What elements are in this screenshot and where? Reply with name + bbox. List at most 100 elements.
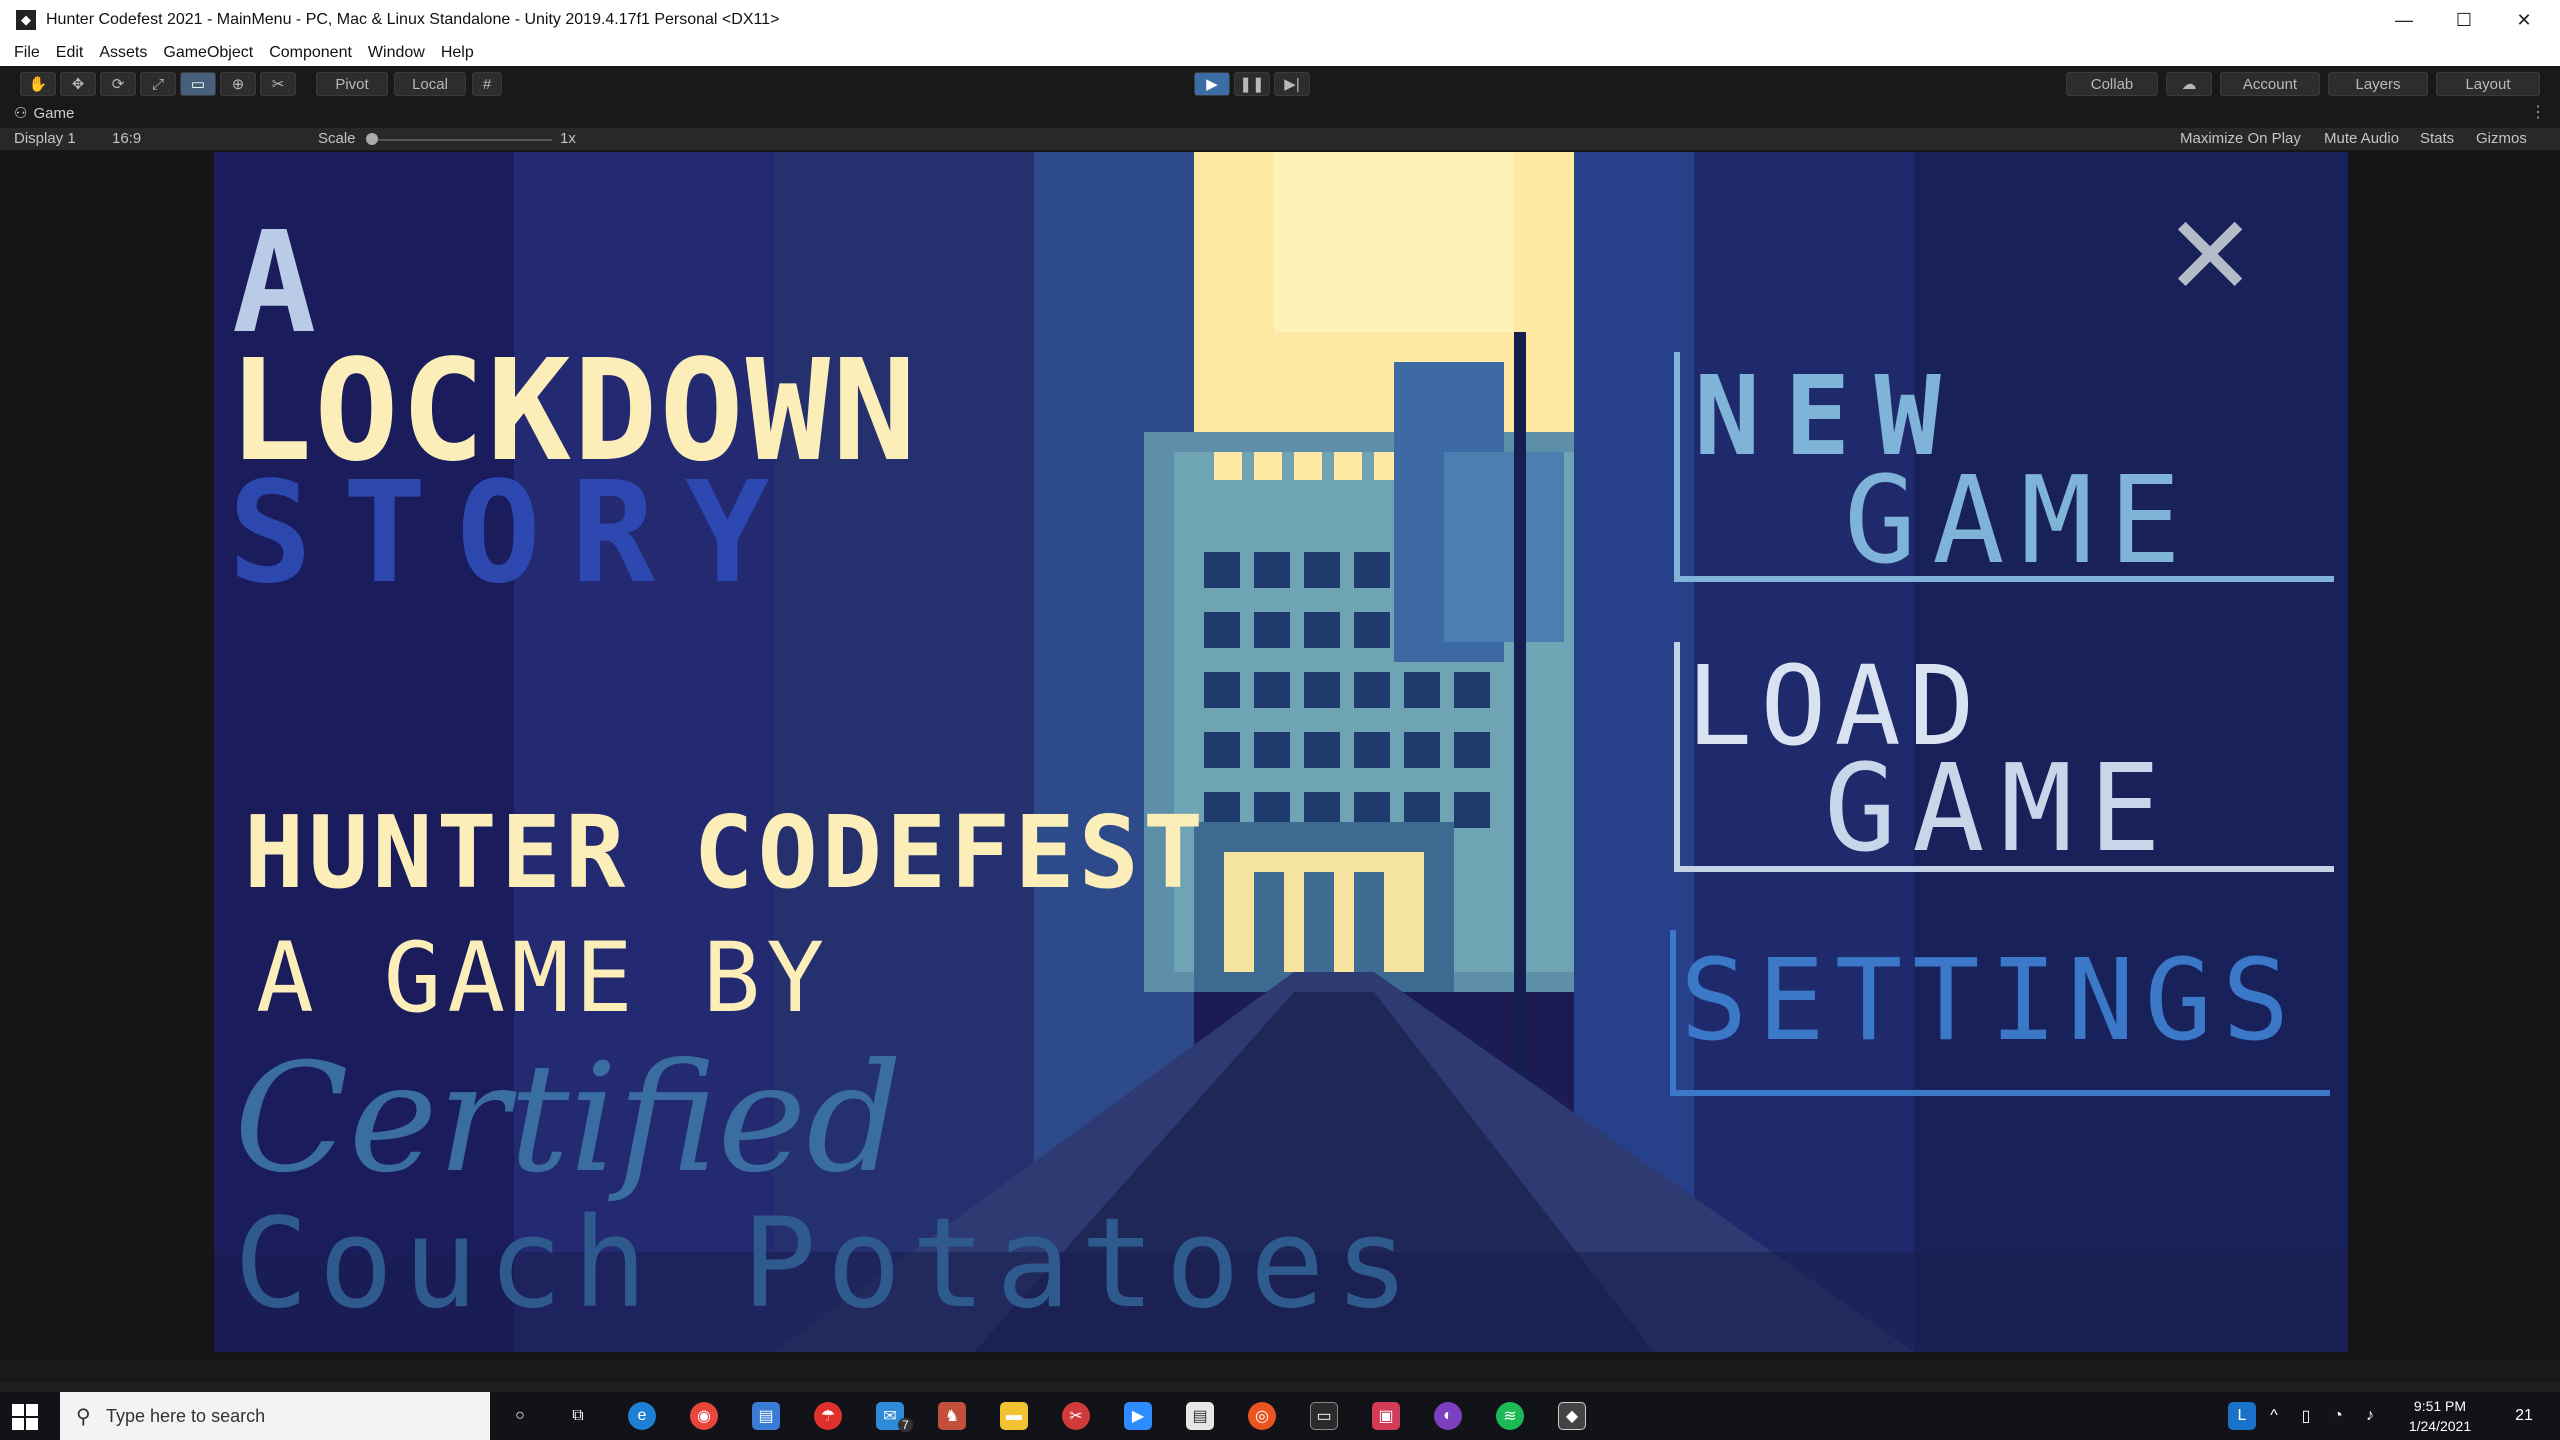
minimize-button[interactable]: — [2374, 0, 2434, 40]
layout-dropdown[interactable]: Layout [2436, 72, 2540, 96]
rect-tool-icon[interactable]: ▭ [180, 72, 216, 96]
menu-settings[interactable]: SETTINGS [1670, 930, 2348, 1100]
collab-dropdown[interactable]: Collab [2066, 72, 2158, 96]
codefest-heading: HUNTER CODEFEST [244, 794, 1208, 911]
move-tool-icon[interactable]: ✥ [60, 72, 96, 96]
file-explorer-icon[interactable]: ▬ [1000, 1402, 1028, 1430]
game-view-toolbar: Display 1 16:9 Scale 1x Maximize On Play… [0, 128, 2560, 150]
step-button[interactable]: ▶| [1274, 72, 1310, 96]
custom-tool-icon[interactable]: ✂ [260, 72, 296, 96]
wifi-icon[interactable]: ◔ [2324, 1402, 2352, 1430]
menu-edit[interactable]: Edit [56, 44, 84, 62]
hand-tool-icon[interactable]: ✋ [20, 72, 56, 96]
ubuntu-icon[interactable]: ◎ [1248, 1402, 1276, 1430]
tab-options-icon[interactable]: ⋮ [2530, 102, 2546, 122]
game-view: A LOCKDOWN STORY HUNTER CODEFEST A GAME … [214, 152, 2348, 1352]
load-game-line2: GAME [1824, 740, 2177, 879]
unity-logo-icon: ◆ [16, 10, 36, 30]
unity-taskbar-icon[interactable]: ◆ [1558, 1402, 1586, 1430]
tab-game-label: Game [33, 104, 75, 122]
play-button[interactable]: ▶ [1194, 72, 1230, 96]
gizmos-dropdown[interactable]: Gizmos [2476, 130, 2527, 147]
windows-start-icon[interactable] [12, 1404, 38, 1430]
menu-component[interactable]: Component [269, 44, 352, 62]
terminal-icon[interactable]: ▭ [1310, 1402, 1338, 1430]
layers-label: Layers [2355, 75, 2401, 93]
display-dropdown[interactable]: Display 1 [14, 130, 76, 147]
tray-app-icon[interactable]: L [2228, 1402, 2256, 1430]
scale-tool-icon[interactable]: ⤢ [140, 72, 176, 96]
aspect-dropdown[interactable]: 16:9 [112, 130, 141, 147]
transform-tool-icon[interactable]: ⊕ [220, 72, 256, 96]
maximize-on-play-toggle[interactable]: Maximize On Play [2180, 130, 2301, 147]
volume-icon[interactable]: ♪ [2356, 1402, 2384, 1430]
menu-assets[interactable]: Assets [99, 44, 147, 62]
layers-dropdown[interactable]: Layers [2328, 72, 2428, 96]
settings-bracket [1670, 930, 1676, 1090]
menu-load-game[interactable]: LOAD GAME [1674, 642, 2348, 879]
new-game-line2: GAME [1844, 452, 2197, 591]
tray-device-icon[interactable]: ▯ [2292, 1402, 2320, 1430]
zoom-icon[interactable]: ▶ [1124, 1402, 1152, 1430]
menu-help[interactable]: Help [441, 44, 474, 62]
menu-window[interactable]: Window [368, 44, 425, 62]
document-icon[interactable]: ▤ [1186, 1402, 1214, 1430]
layout-label: Layout [2465, 75, 2511, 93]
edge-browser-icon[interactable]: e [628, 1402, 656, 1430]
menu-new-game[interactable]: NEW GAME [1674, 352, 2348, 591]
settings-label: SETTINGS [1680, 936, 2300, 1066]
load-game-bracket [1674, 642, 1680, 872]
windows-taskbar: ⚲ Type here to search ○ ⧉ e ◉ ▤ ☂ ✉ 7 ♞ … [0, 1392, 2560, 1440]
game-controller-icon: ⚇ [14, 105, 28, 122]
cortana-icon[interactable]: ○ [506, 1402, 534, 1430]
cloud-icon[interactable]: ☁ [2166, 72, 2212, 96]
game-by-line: A GAME BY [256, 922, 831, 1034]
taskbar-clock[interactable]: 9:51 PM 1/24/2021 [2385, 1396, 2495, 1436]
clock-time: 9:51 PM [2413, 1398, 2467, 1414]
scale-value: 1x [560, 130, 576, 147]
snip-tool-icon[interactable]: ✂ [1062, 1402, 1090, 1430]
github-icon[interactable]: ◐ [1434, 1402, 1462, 1430]
local-toggle[interactable]: Local [394, 72, 466, 96]
tab-game[interactable]: ⚇ Game [14, 104, 75, 123]
game-app-icon[interactable]: ♞ [938, 1402, 966, 1430]
window-title: Hunter Codefest 2021 - MainMenu - PC, Ma… [46, 11, 780, 28]
grid-snap-icon[interactable]: # [472, 72, 502, 96]
scale-slider-handle[interactable] [366, 133, 378, 145]
notification-center-icon[interactable]: 21 [2510, 1402, 2538, 1430]
rotate-tool-icon[interactable]: ⟳ [100, 72, 136, 96]
pivot-label: Pivot [335, 75, 369, 93]
search-placeholder: Type here to search [106, 1405, 266, 1426]
team-name-certified: Certified [234, 1032, 903, 1206]
store-icon[interactable]: ▤ [752, 1402, 780, 1430]
mail-badge: 7 [898, 1418, 913, 1432]
taskbar-search-box[interactable]: ⚲ Type here to search [60, 1392, 490, 1440]
chrome-icon[interactable]: ◉ [690, 1402, 718, 1430]
antivirus-icon[interactable]: ☂ [814, 1402, 842, 1430]
tray-chevron-icon[interactable]: ^ [2260, 1402, 2288, 1430]
main-toolbar: ✋ ✥ ⟳ ⤢ ▭ ⊕ ✂ Pivot Local # ▶ ❚❚ ▶| Coll… [0, 66, 2560, 100]
close-game-button[interactable]: ✕ [2164, 202, 2256, 312]
game-tab-bar: ⚇ Game ⋮ [0, 100, 2560, 128]
maximize-button[interactable]: ☐ [2434, 0, 2494, 40]
menu-bar: File Edit Assets GameObject Component Wi… [0, 40, 2560, 66]
clock-date: 1/24/2021 [2408, 1418, 2472, 1434]
close-window-button[interactable]: ✕ [2494, 0, 2554, 40]
scale-slider[interactable] [372, 139, 552, 141]
mute-audio-toggle[interactable]: Mute Audio [2324, 130, 2399, 147]
menu-gameobject[interactable]: GameObject [163, 44, 253, 62]
account-dropdown[interactable]: Account [2220, 72, 2320, 96]
local-label: Local [412, 75, 448, 93]
editor-status-bar [0, 1360, 2560, 1382]
settings-underline [1670, 1090, 2330, 1096]
game-title-story: STORY [228, 452, 800, 615]
video-app-icon[interactable]: ▣ [1372, 1402, 1400, 1430]
stats-toggle[interactable]: Stats [2420, 130, 2454, 147]
menu-file[interactable]: File [14, 44, 40, 62]
pivot-toggle[interactable]: Pivot [316, 72, 388, 96]
task-view-icon[interactable]: ⧉ [564, 1402, 592, 1430]
pause-button[interactable]: ❚❚ [1234, 72, 1270, 96]
new-game-underline [1674, 576, 2334, 582]
spotify-icon[interactable]: ≋ [1496, 1402, 1524, 1430]
window-titlebar: ◆ Hunter Codefest 2021 - MainMenu - PC, … [0, 0, 2560, 40]
